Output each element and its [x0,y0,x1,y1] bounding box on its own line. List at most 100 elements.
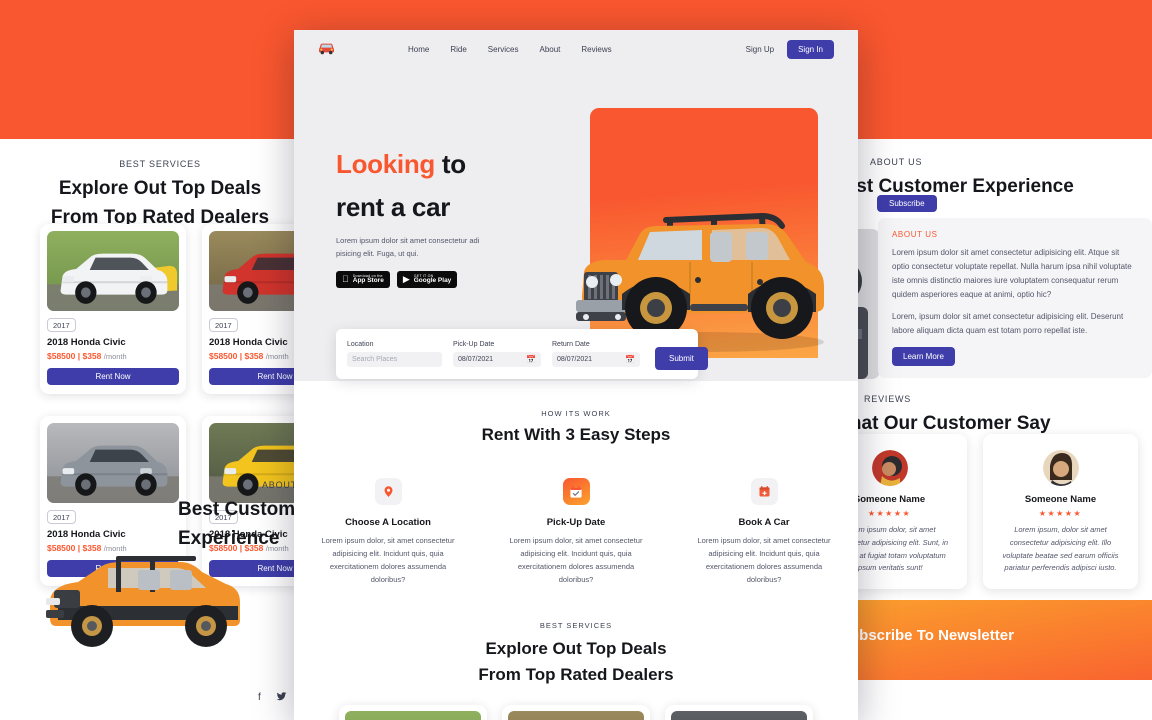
car-price: $58500 | $358 /month [47,351,179,361]
google-play-badge[interactable]: ▶ GET IT ON Google Play [396,271,458,289]
deal-card[interactable] [502,705,650,720]
pickup-date-value: 08/07/2021 [458,356,494,363]
hero-headline-line1: Looking to [336,150,566,179]
sign-in-button[interactable]: Sign In [787,39,834,59]
nav-link-reviews[interactable]: Reviews [581,45,611,54]
bg-about-left-section: ABOUT US Best Customer Experience [0,480,330,647]
nav-link-about[interactable]: About [539,45,560,54]
modal-deals-kicker: BEST SERVICES [539,620,613,630]
hero-paragraph: Lorem ipsum dolor sit amet consectetur a… [336,236,480,259]
rent-now-button[interactable]: Rent Now [47,368,179,385]
booking-search-bar: Location Search Places Pick-Up Date 08/0… [336,329,708,379]
newsletter-title: Subscribe To Newsletter [840,627,1014,644]
deal-thumbnail [508,711,644,720]
hero-text-block: Looking to rent a car Lorem ipsum dolor … [336,150,566,289]
calendar-plus-icon [750,478,778,505]
step-item: Book A Car Lorem ipsum dolor, sit amet co… [690,478,838,587]
step-description: Lorem ipsum dolor, sit amet consectetur … [509,536,643,584]
bg-about-paragraph-2: Lorem, ipsum dolor sit amet consectetur … [892,312,1124,335]
deal-thumbnail [345,711,481,720]
sign-up-link[interactable]: Sign Up [746,45,774,54]
submit-button[interactable]: Submit [655,347,708,370]
modal-auth-group: Sign Up Sign In [746,39,834,59]
hero-headline-rest: to [435,149,466,179]
car-year-badge: 2017 [209,318,238,332]
nav-link-ride[interactable]: Ride [450,45,466,54]
car-card[interactable]: 2017 2018 Honda Civic $58500 | $358 /month… [40,224,186,394]
step-title: Pick-Up Date [546,517,606,528]
nav-link-home[interactable]: Home [408,45,429,54]
rentcar-modal-window: Home Ride Services About Reviews Sign Up Sig… [294,30,858,720]
star-rating: ★★★★★ [1038,509,1083,518]
step-item: Pick-Up Date Lorem ipsum dolor, sit amet … [502,478,650,587]
calendar-check-icon [562,478,590,505]
apple-icon:  [342,275,349,284]
calendar-icon[interactable]: 📅 [625,355,635,364]
return-date-input[interactable]: 08/07/2021 📅 [552,352,640,367]
deal-thumbnail [671,711,807,720]
learn-more-button[interactable]: Learn More [892,347,955,366]
bg-about-right-kicker: ABOUT US [870,157,923,167]
bg-jeep-image [30,540,260,655]
store-badges:  Download on the App Store ▶ GET IT ON … [336,271,566,289]
app-store-badge[interactable]:  Download on the App Store [336,271,390,289]
car-price-value: $58500 | $358 [209,351,264,361]
bg-reviews-kicker: REVIEWS [864,394,912,404]
nav-link-services[interactable]: Services [488,45,519,54]
car-price-period: /month [103,352,127,361]
avatar [1042,450,1079,486]
bg-deals-title-line1: Explore Out Top Deals [58,178,262,199]
bg-deals-kicker: BEST SERVICES [119,159,201,169]
modal-deals-title: Explore Out Top Deals From Top Rated Dea… [294,636,858,689]
return-date-label: Return Date [552,341,590,348]
step-description: Lorem ipsum dolor, sit amet consectetur … [321,536,455,584]
return-date-value: 08/07/2021 [557,356,593,363]
modal-deals-title-line1: Explore Out Top Deals [485,638,667,658]
steps-title: Rent With 3 Easy Steps [481,425,671,444]
car-price-value: $58500 | $358 [47,351,102,361]
modal-deals-row [294,705,858,720]
modal-deals-title-line2: From Top Rated Dealers [478,664,674,684]
review-text: Lorem ipsum, dolor sit amet consectetur … [1002,525,1119,573]
calendar-icon[interactable]: 📅 [526,355,536,364]
bg-about-panel-kicker: ABOUT US [892,230,938,239]
twitter-icon[interactable] [276,692,287,705]
bg-review-row: Someone Name ★★★★★ Lorem ipsum dolor, sit … [812,434,1138,589]
play-icon: ▶ [403,275,410,284]
red-car-logo-icon[interactable] [318,40,335,58]
hero-headline-line2: rent a car [336,191,451,222]
how-it-works-section: HOW ITS WORK Rent With 3 Easy Steps Choo… [294,381,858,587]
hero-headline-highlight: Looking [336,149,435,179]
car-thumbnail [47,231,179,311]
bg-about-panel: ABOUT US Lorem ipsum dolor sit amet cons… [878,218,1152,378]
location-input[interactable]: Search Places [347,352,442,367]
modal-navbar: Home Ride Services About Reviews Sign Up Sig… [294,30,858,68]
location-label: Location [347,341,374,348]
car-name: 2018 Honda Civic [47,337,126,348]
step-title: Book A Car [738,517,790,528]
review-card: Someone Name ★★★★★ Lorem ipsum, dolor sit … [983,434,1138,589]
modal-deals-section: BEST SERVICES Explore Out Top Deals From… [294,586,858,720]
return-field-group: Return Date 08/07/2021 📅 [552,341,640,367]
bg-about-paragraph-1: Lorem ipsum dolor sit amet consectetur a… [892,248,1132,299]
app-store-big: App Store [346,277,384,285]
step-item: Choose A Location Lorem ipsum dolor, sit … [314,478,462,587]
deal-card[interactable] [339,705,487,720]
deal-card[interactable] [665,705,813,720]
location-pin-icon [374,478,402,505]
modal-nav-links: Home Ride Services About Reviews [408,45,612,54]
car-price-period: /month [265,352,289,361]
subscribe-button[interactable]: Subscribe [877,195,937,212]
google-play-big: Google Play [406,277,452,285]
reviewer-name: Someone Name [1024,494,1097,505]
hero-section: Looking to rent a car Lorem ipsum dolor … [294,68,858,381]
pickup-date-input[interactable]: 08/07/2021 📅 [453,352,541,367]
facebook-icon[interactable]: f [258,692,261,705]
bg-right-column: ABOUT US Best Customer Experience ABOUT … [802,139,1152,720]
step-title: Choose A Location [345,517,431,528]
pickup-date-label: Pick-Up Date [453,341,495,348]
pickup-field-group: Pick-Up Date 08/07/2021 📅 [453,341,541,367]
steps-kicker: HOW ITS WORK [541,409,611,418]
steps-row: Choose A Location Lorem ipsum dolor, sit … [294,478,858,587]
step-description: Lorem ipsum dolor, sit amet consectetur … [697,536,831,584]
